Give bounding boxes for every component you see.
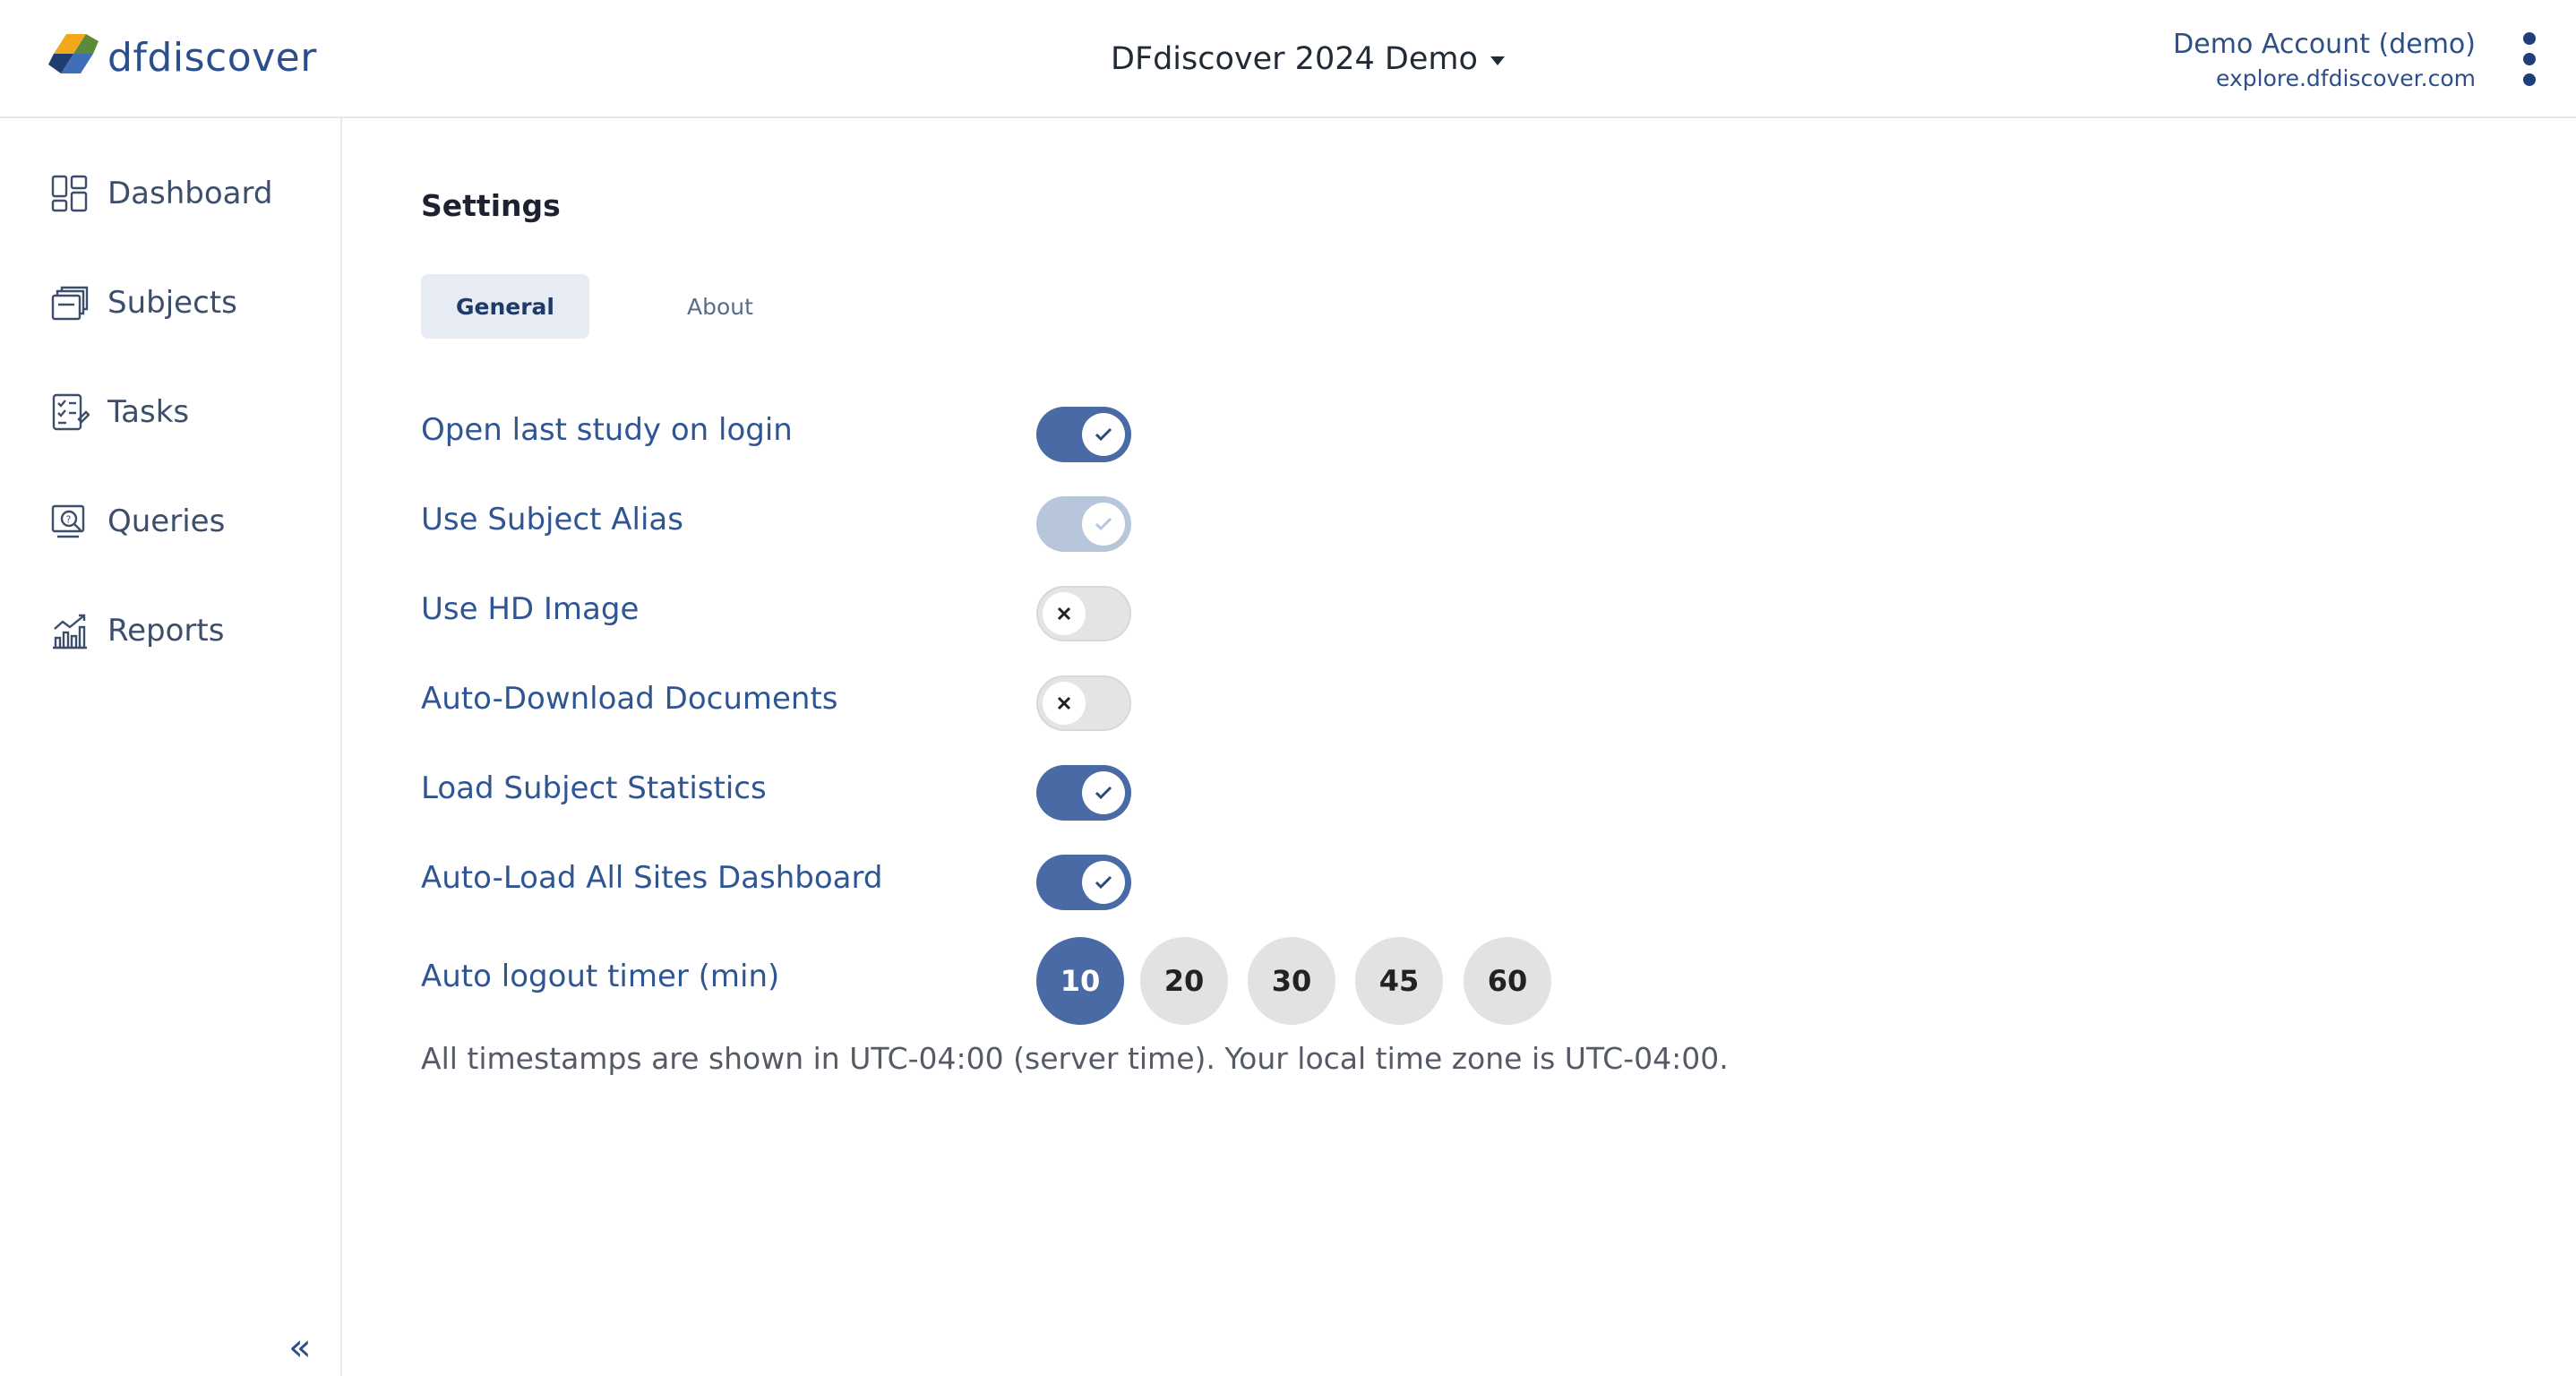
reports-icon — [53, 614, 87, 649]
toggle-use-subject-alias[interactable] — [1036, 496, 1131, 552]
tasks-icon — [52, 393, 90, 431]
sidebar-item-label: Queries — [107, 503, 226, 539]
dashboard-icon — [51, 175, 88, 212]
sidebar-item-dashboard[interactable]: Dashboard — [50, 167, 272, 220]
timer-option-60[interactable]: 60 — [1464, 937, 1551, 1025]
sidebar-item-label: Reports — [107, 613, 225, 649]
setting-label-use-subject-alias: Use Subject Alias — [421, 502, 683, 538]
sidebar-item-label: Tasks — [107, 394, 190, 430]
account-name: Demo Account (demo) — [2173, 29, 2476, 60]
setting-label-open-last-study: Open last study on login — [421, 412, 793, 448]
toggle-auto-download[interactable] — [1036, 675, 1131, 731]
toggle-knob — [1082, 861, 1125, 904]
toggle-use-hd-image[interactable] — [1036, 586, 1131, 641]
dfdiscover-logo-icon — [48, 34, 99, 73]
sidebar: Dashboard Subjects Tasks ? Queries Repor… — [0, 118, 342, 1376]
tab-general[interactable]: General — [421, 274, 589, 339]
check-icon — [1095, 517, 1112, 531]
collapse-sidebar-icon[interactable]: « — [288, 1329, 324, 1366]
queries-icon: ? — [51, 504, 85, 538]
tab-about[interactable]: About — [645, 274, 795, 339]
sidebar-item-reports[interactable]: Reports — [50, 604, 224, 658]
sidebar-item-label: Subjects — [107, 285, 237, 321]
timer-option-30[interactable]: 30 — [1248, 937, 1335, 1025]
setting-label-use-hd-image: Use HD Image — [421, 591, 640, 627]
toggle-knob — [1082, 503, 1125, 546]
timer-option-10[interactable]: 10 — [1036, 937, 1124, 1025]
app-logo[interactable]: dfdiscover — [47, 30, 317, 84]
toggle-load-subject-statistics[interactable] — [1036, 765, 1131, 821]
sidebar-item-subjects[interactable]: Subjects — [50, 276, 237, 330]
svg-text:?: ? — [66, 514, 72, 526]
check-icon — [1095, 875, 1112, 890]
app-header: dfdiscover DFdiscover 2024 Demo Demo Acc… — [0, 0, 2576, 118]
timer-option-20[interactable]: 20 — [1140, 937, 1228, 1025]
timezone-note: All timestamps are shown in UTC-04:00 (s… — [421, 1041, 1729, 1076]
sidebar-item-tasks[interactable]: Tasks — [50, 385, 189, 439]
timer-option-45[interactable]: 45 — [1355, 937, 1443, 1025]
setting-label-auto-download: Auto-Download Documents — [421, 681, 838, 717]
more-options-icon[interactable] — [2519, 32, 2540, 86]
close-icon — [1057, 696, 1071, 710]
check-icon — [1095, 786, 1112, 800]
account-host: explore.dfdiscover.com — [2216, 65, 2476, 91]
setting-label-load-subject-statistics: Load Subject Statistics — [421, 770, 767, 806]
page-title: Settings — [421, 188, 561, 223]
caret-down-icon — [1490, 56, 1505, 65]
toggle-knob — [1043, 682, 1086, 725]
study-title: DFdiscover 2024 Demo — [1111, 41, 1478, 77]
sidebar-item-label: Dashboard — [107, 176, 273, 211]
toggle-auto-load-sites-dashboard[interactable] — [1036, 855, 1131, 910]
toggle-open-last-study[interactable] — [1036, 407, 1131, 462]
sidebar-item-queries[interactable]: ? Queries — [50, 494, 225, 548]
study-selector[interactable]: DFdiscover 2024 Demo — [1111, 34, 1505, 84]
toggle-knob — [1082, 771, 1125, 814]
check-icon — [1095, 427, 1112, 442]
logo-text: dfdiscover — [107, 34, 317, 81]
setting-label-auto-logout-timer: Auto logout timer (min) — [421, 959, 780, 994]
toggle-knob — [1043, 592, 1086, 635]
subjects-icon — [51, 286, 89, 321]
close-icon — [1057, 606, 1071, 621]
account-info[interactable]: Demo Account (demo) explore.dfdiscover.c… — [2173, 27, 2476, 95]
toggle-knob — [1082, 413, 1125, 456]
setting-label-auto-load-sites-dashboard: Auto-Load All Sites Dashboard — [421, 860, 883, 896]
